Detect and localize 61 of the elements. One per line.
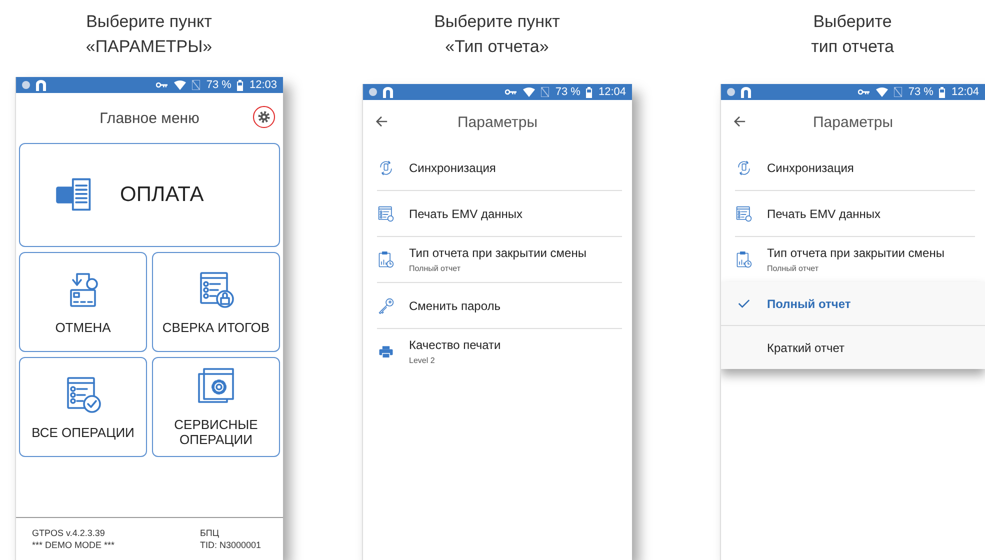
settings-item[interactable]: Синхронизация [377, 145, 622, 191]
instruction-caption: Выберите пункт «ПАРАМЕТРЫ» [86, 11, 212, 58]
settings-item[interactable]: Синхронизация [735, 145, 975, 191]
footer-text: GTPOS v.4.2.3.39 [32, 528, 106, 538]
dot-icon [22, 81, 30, 89]
battery-icon [939, 86, 946, 98]
screen-title: Главное меню [100, 110, 200, 126]
footer-text: БПЦ [200, 528, 220, 538]
instruction-caption: Выберите пункт «Тип отчета» [434, 11, 560, 58]
key-icon [377, 296, 395, 314]
footer-text: *** DEMO MODE *** [32, 540, 115, 550]
arch-icon [741, 86, 751, 98]
no-sim-icon [192, 80, 200, 90]
settings-icon [257, 110, 271, 124]
checklist-icon [377, 204, 395, 222]
clock-time: 12:04 [951, 86, 979, 98]
clock-time: 12:04 [598, 86, 626, 98]
menu-tile[interactable]: ОПЛАТА [19, 143, 280, 247]
menu-tile[interactable]: СЕРВИСНЫЕ ОПЕРАЦИИ [152, 357, 280, 457]
settings-item[interactable]: Сменить пароль [377, 283, 622, 329]
wifi-icon [174, 80, 186, 90]
clipboard-chart-icon [735, 250, 753, 268]
wifi-icon [876, 87, 888, 97]
clipboard-chart-icon [377, 250, 395, 268]
key-icon [156, 82, 168, 88]
settings-item[interactable]: Тип отчета при закрытии смены Полный отчет [377, 237, 622, 283]
no-sim-icon [894, 87, 902, 97]
battery-percent: 73 % [908, 86, 934, 98]
no-sim-icon [541, 87, 550, 97]
sync-icon [735, 158, 753, 176]
settings-item[interactable]: Печать EMV данных [735, 191, 975, 237]
dot-icon [369, 88, 377, 96]
menu-option[interactable]: Полный отчет [721, 282, 985, 326]
battery-icon [586, 86, 592, 98]
battery-percent: 73 % [206, 79, 232, 91]
arch-icon [383, 86, 393, 98]
dot-icon [727, 88, 735, 96]
menu-tile[interactable]: ОТМЕНА [19, 252, 147, 352]
clock-time: 12:03 [249, 79, 277, 91]
screen-title: Параметры [458, 114, 538, 131]
check-icon [738, 299, 750, 308]
back-button[interactable] [375, 115, 388, 128]
menu-option[interactable]: Краткий отчет [721, 326, 985, 369]
wifi-icon [523, 87, 536, 97]
key-icon [505, 89, 518, 95]
settings-item[interactable]: Печать EMV данных [377, 191, 622, 237]
instruction-caption: Выберите тип отчета [811, 11, 894, 58]
battery-percent: 73 % [555, 86, 580, 98]
menu-tile[interactable]: ВСЕ ОПЕРАЦИИ [19, 357, 147, 457]
screen-title: Параметры [813, 114, 893, 131]
battery-icon [237, 80, 244, 90]
settings-button[interactable] [253, 106, 275, 128]
menu-tile[interactable]: СВЕРКА ИТОГОВ [152, 252, 280, 352]
settings-item[interactable]: Качество печати Level 2 [377, 329, 622, 374]
arch-icon [36, 80, 46, 90]
key-icon [858, 89, 870, 95]
footer-text: TID: N3000001 [200, 540, 261, 550]
checklist-icon [735, 204, 753, 222]
back-button[interactable] [733, 115, 746, 128]
settings-item[interactable]: Тип отчета при закрытии смены Полный отчет [735, 237, 975, 282]
sync-icon [377, 158, 395, 176]
